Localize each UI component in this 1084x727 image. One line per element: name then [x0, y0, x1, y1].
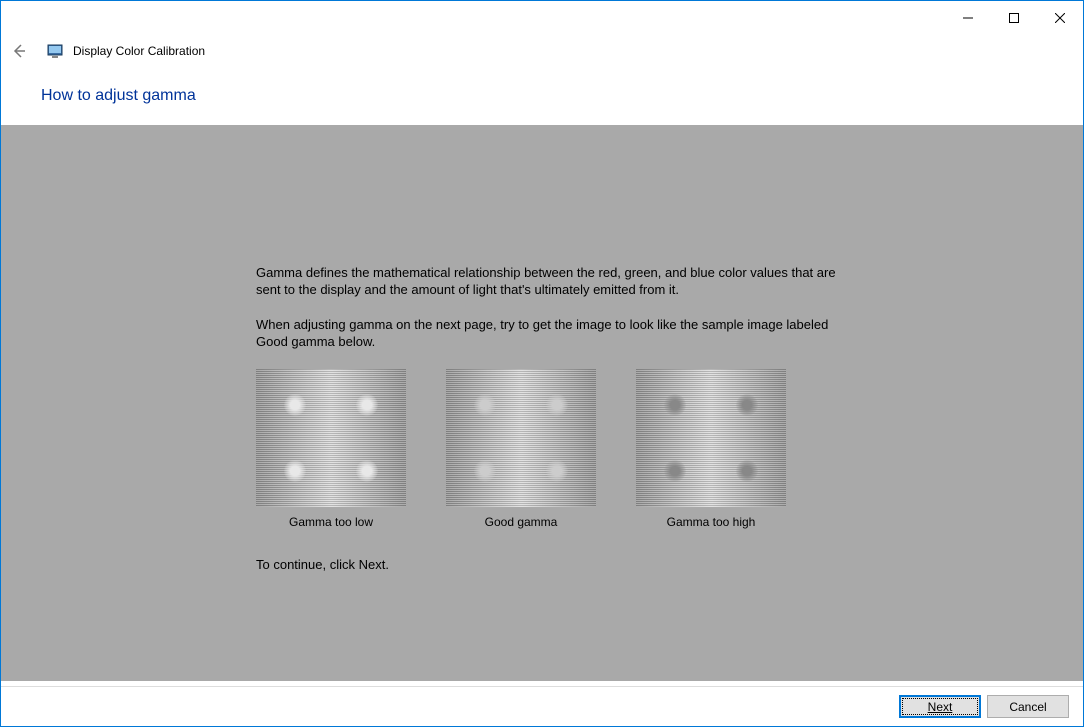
paragraph-1: Gamma defines the mathematical relations…	[256, 265, 836, 299]
back-arrow-icon[interactable]	[11, 43, 27, 59]
gamma-sample-good-image	[446, 369, 596, 507]
cancel-button-label: Cancel	[1009, 700, 1046, 714]
minimize-button[interactable]	[945, 1, 991, 34]
maximize-button[interactable]	[991, 1, 1037, 34]
gamma-sample-high: Gamma too high	[636, 369, 786, 529]
gamma-sample-low-image	[256, 369, 406, 507]
gamma-sample-low-label: Gamma too low	[289, 515, 373, 529]
monitor-icon	[47, 43, 63, 59]
gamma-sample-good-label: Good gamma	[485, 515, 558, 529]
continue-text: To continue, click Next.	[256, 557, 1003, 572]
gamma-sample-low: Gamma too low	[256, 369, 406, 529]
content-area: Gamma defines the mathematical relations…	[1, 125, 1083, 681]
page-heading: How to adjust gamma	[41, 87, 1083, 105]
header-bar: Display Color Calibration	[1, 34, 1083, 67]
title-bar	[1, 1, 1083, 34]
gamma-samples-row: Gamma too low Good gamma Gamma too high	[256, 369, 1003, 529]
next-button[interactable]: Next	[899, 695, 981, 718]
app-title: Display Color Calibration	[73, 44, 205, 58]
cancel-button[interactable]: Cancel	[987, 695, 1069, 718]
next-button-label: Next	[928, 700, 953, 714]
gamma-sample-high-label: Gamma too high	[667, 515, 756, 529]
footer-bar: Next Cancel	[1, 686, 1083, 726]
gamma-sample-good: Good gamma	[446, 369, 596, 529]
close-button[interactable]	[1037, 1, 1083, 34]
paragraph-2: When adjusting gamma on the next page, t…	[256, 317, 836, 351]
gamma-sample-high-image	[636, 369, 786, 507]
page-heading-area: How to adjust gamma	[1, 67, 1083, 125]
